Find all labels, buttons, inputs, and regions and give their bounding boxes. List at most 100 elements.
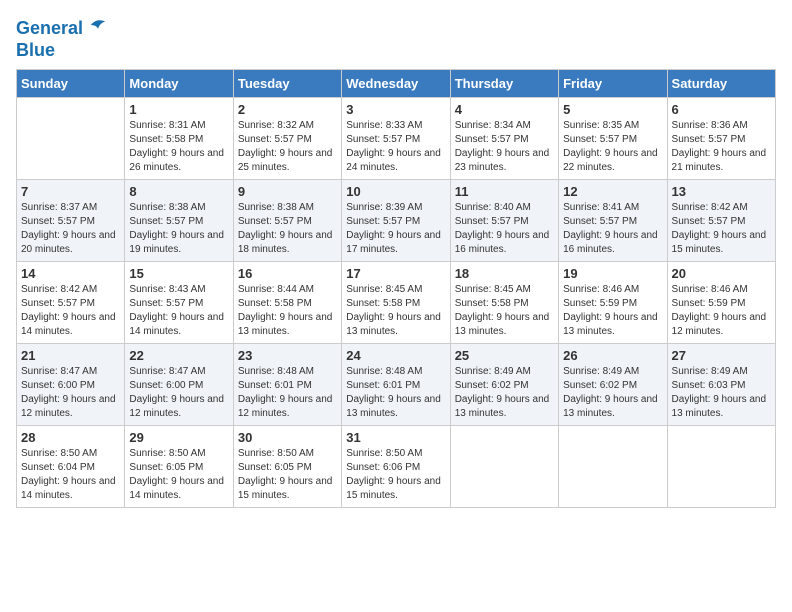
sunset-label: Sunset: 5:57 PM (563, 134, 637, 145)
day-number: 2 (238, 102, 337, 117)
calendar-cell (17, 98, 125, 180)
day-number: 18 (455, 266, 554, 281)
sunset-label: Sunset: 5:59 PM (672, 298, 746, 309)
sunrise-label: Sunrise: 8:39 AM (346, 202, 422, 213)
sunset-label: Sunset: 6:00 PM (129, 380, 203, 391)
daylight-label: Daylight: 9 hours and 12 minutes. (238, 394, 333, 419)
calendar-cell: 13Sunrise: 8:42 AMSunset: 5:57 PMDayligh… (667, 180, 775, 262)
day-number: 8 (129, 184, 228, 199)
daylight-label: Daylight: 9 hours and 15 minutes. (238, 476, 333, 501)
calendar-header-row: SundayMondayTuesdayWednesdayThursdayFrid… (17, 70, 776, 98)
day-number: 19 (563, 266, 662, 281)
sunrise-label: Sunrise: 8:49 AM (672, 366, 748, 377)
logo: General Blue (16, 16, 107, 61)
sunset-label: Sunset: 5:58 PM (129, 134, 203, 145)
calendar-cell: 5Sunrise: 8:35 AMSunset: 5:57 PMDaylight… (559, 98, 667, 180)
sunset-label: Sunset: 5:57 PM (238, 134, 312, 145)
day-number: 17 (346, 266, 445, 281)
calendar-cell: 27 Sunrise: 8:49 AMSunset: 6:03 PMDayligh… (667, 344, 775, 426)
daylight-label: Daylight: 9 hours and 12 minutes. (21, 394, 116, 419)
daylight-label: Daylight: 9 hours and 13 minutes. (238, 312, 333, 337)
sunset-label: Sunset: 5:58 PM (455, 298, 529, 309)
day-number: 27 (672, 348, 771, 363)
day-info: Sunrise: 8:50 AMSunset: 6:05 PMDaylight:… (129, 447, 228, 503)
sunrise-label: Sunrise: 8:45 AM (346, 284, 422, 295)
day-info: Sunrise: 8:49 AMSunset: 6:02 PMDaylight:… (563, 365, 662, 421)
calendar-cell: 11Sunrise: 8:40 AMSunset: 5:57 PMDayligh… (450, 180, 558, 262)
day-number: 20 (672, 266, 771, 281)
calendar-cell: 22Sunrise: 8:47 AMSunset: 6:00 PMDayligh… (125, 344, 233, 426)
day-info: Sunrise: 8:34 AMSunset: 5:57 PMDaylight:… (455, 119, 554, 175)
day-info: Sunrise: 8:49 AMSunset: 6:03 PMDaylight:… (672, 365, 771, 421)
header-thursday: Thursday (450, 70, 558, 98)
day-info: Sunrise: 8:45 AMSunset: 5:58 PMDaylight:… (346, 283, 445, 339)
calendar-cell: 15Sunrise: 8:43 AMSunset: 5:57 PMDayligh… (125, 262, 233, 344)
calendar-cell: 20 Sunrise: 8:46 AMSunset: 5:59 PMDayligh… (667, 262, 775, 344)
daylight-label: Daylight: 9 hours and 23 minutes. (455, 148, 550, 173)
day-number: 16 (238, 266, 337, 281)
day-info: Sunrise: 8:47 AMSunset: 6:00 PMDaylight:… (129, 365, 228, 421)
day-info: Sunrise: 8:47 AMSunset: 6:00 PMDaylight:… (21, 365, 120, 421)
day-number: 15 (129, 266, 228, 281)
daylight-label: Daylight: 9 hours and 20 minutes. (21, 230, 116, 255)
sunset-label: Sunset: 5:57 PM (129, 298, 203, 309)
sunset-label: Sunset: 5:59 PM (563, 298, 637, 309)
sunset-label: Sunset: 6:01 PM (346, 380, 420, 391)
day-number: 26 (563, 348, 662, 363)
sunrise-label: Sunrise: 8:47 AM (129, 366, 205, 377)
day-number: 21 (21, 348, 120, 363)
sunset-label: Sunset: 6:05 PM (129, 462, 203, 473)
day-info: Sunrise: 8:36 AMSunset: 5:57 PMDaylight:… (672, 119, 771, 175)
day-info: Sunrise: 8:46 AMSunset: 5:59 PMDaylight:… (672, 283, 771, 339)
sunset-label: Sunset: 5:57 PM (672, 216, 746, 227)
daylight-label: Daylight: 9 hours and 13 minutes. (455, 394, 550, 419)
day-number: 24 (346, 348, 445, 363)
sunset-label: Sunset: 5:57 PM (346, 216, 420, 227)
day-info: Sunrise: 8:33 AMSunset: 5:57 PMDaylight:… (346, 119, 445, 175)
sunrise-label: Sunrise: 8:48 AM (238, 366, 314, 377)
day-number: 1 (129, 102, 228, 117)
day-info: Sunrise: 8:32 AMSunset: 5:57 PMDaylight:… (238, 119, 337, 175)
day-number: 3 (346, 102, 445, 117)
day-info: Sunrise: 8:48 AM Sunset: 6:01 PM Daylight:… (346, 365, 445, 421)
day-number: 30 (238, 430, 337, 445)
calendar-cell: 26 Sunrise: 8:49 AMSunset: 6:02 PMDayligh… (559, 344, 667, 426)
sunset-label: Sunset: 6:05 PM (238, 462, 312, 473)
header-sunday: Sunday (17, 70, 125, 98)
calendar-cell: 14Sunrise: 8:42 AMSunset: 5:57 PMDayligh… (17, 262, 125, 344)
calendar-cell (667, 426, 775, 508)
page-header: General Blue (16, 16, 776, 61)
day-info: Sunrise: 8:39 AM Sunset: 5:57 PM Daylight:… (346, 201, 445, 257)
sunrise-label: Sunrise: 8:48 AM (346, 366, 422, 377)
daylight-label: Daylight: 9 hours and 17 minutes. (346, 230, 441, 255)
sunset-label: Sunset: 5:57 PM (21, 298, 95, 309)
daylight-label: Daylight: 9 hours and 14 minutes. (129, 476, 224, 501)
daylight-label: Daylight: 9 hours and 15 minutes. (346, 476, 441, 501)
header-saturday: Saturday (667, 70, 775, 98)
sunrise-label: Sunrise: 8:32 AM (238, 120, 314, 131)
daylight-label: Daylight: 9 hours and 21 minutes. (672, 148, 767, 173)
sunrise-label: Sunrise: 8:40 AM (455, 202, 531, 213)
logo-general: General (16, 18, 83, 38)
daylight-label: Daylight: 9 hours and 26 minutes. (129, 148, 224, 173)
sunrise-label: Sunrise: 8:31 AM (129, 120, 205, 131)
daylight-label: Daylight: 9 hours and 16 minutes. (455, 230, 550, 255)
calendar-cell: 21 Sunrise: 8:47 AMSunset: 6:00 PMDayligh… (17, 344, 125, 426)
calendar-cell: 4Sunrise: 8:34 AMSunset: 5:57 PMDaylight… (450, 98, 558, 180)
day-number: 12 (563, 184, 662, 199)
calendar-week-row: 7Sunrise: 8:37 AMSunset: 5:57 PMDaylight… (17, 180, 776, 262)
sunset-label: Sunset: 5:57 PM (455, 216, 529, 227)
calendar-cell: 12Sunrise: 8:41 AMSunset: 5:57 PMDayligh… (559, 180, 667, 262)
sunset-label: Sunset: 5:57 PM (563, 216, 637, 227)
daylight-label: Daylight: 9 hours and 13 minutes. (346, 312, 441, 337)
day-info: Sunrise: 8:50 AMSunset: 6:04 PMDaylight:… (21, 447, 120, 503)
day-info: Sunrise: 8:42 AMSunset: 5:57 PMDaylight:… (21, 283, 120, 339)
day-number: 22 (129, 348, 228, 363)
daylight-label: Daylight: 9 hours and 13 minutes. (346, 394, 441, 419)
sunset-label: Sunset: 6:06 PM (346, 462, 420, 473)
day-number: 29 (129, 430, 228, 445)
logo-blue: Blue (16, 40, 55, 60)
daylight-label: Daylight: 9 hours and 13 minutes. (455, 312, 550, 337)
calendar-week-row: 28Sunrise: 8:50 AMSunset: 6:04 PMDayligh… (17, 426, 776, 508)
day-number: 9 (238, 184, 337, 199)
